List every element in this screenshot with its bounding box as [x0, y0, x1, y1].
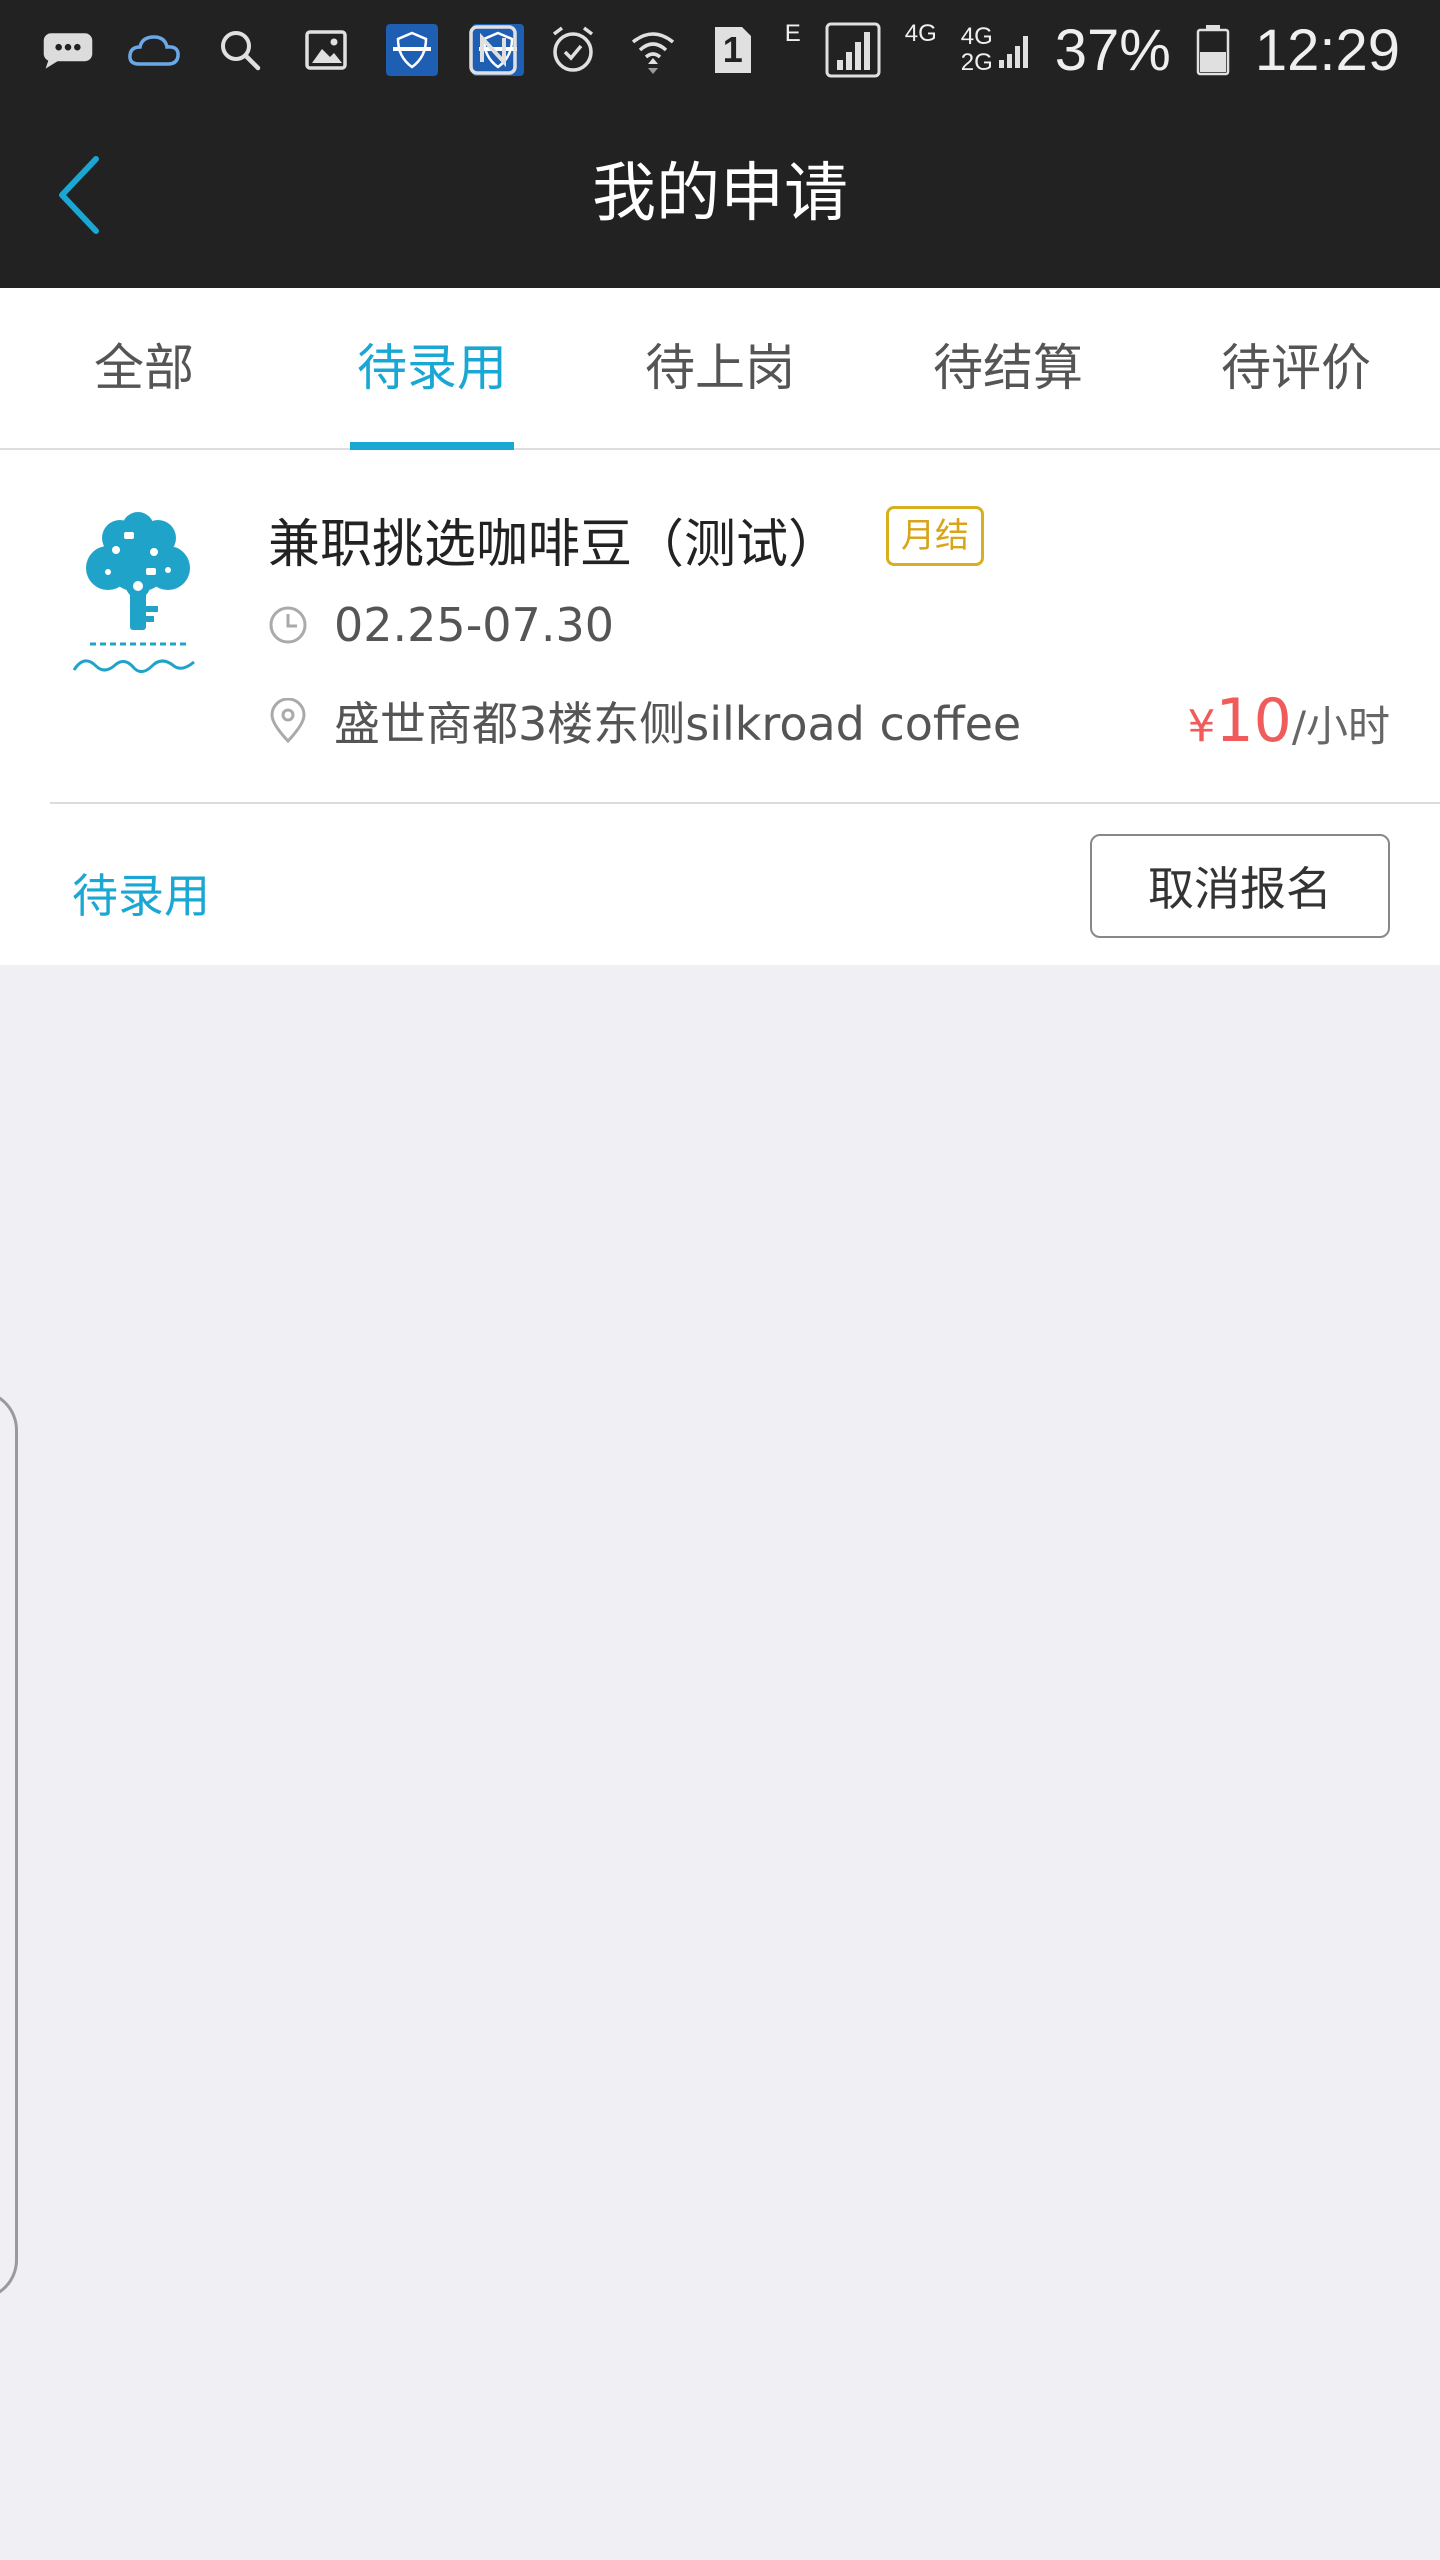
tab-pending-review[interactable]: 待评价 [1152, 288, 1440, 448]
job-title: 兼职挑选咖啡豆（测试） [268, 515, 841, 575]
tab-label: 待结算 [933, 339, 1083, 397]
battery-percent: 37% [1054, 17, 1171, 83]
price-value: 10 [1215, 686, 1292, 756]
tab-bar: 全部 待录用 待上岗 待结算 待评价 [0, 288, 1440, 450]
tab-label: 待录用 [357, 339, 507, 397]
app-badge-icon [384, 22, 440, 78]
header: 我的申请 [0, 100, 1440, 288]
sim-number: 1 [722, 29, 743, 70]
divider [50, 802, 1440, 804]
job-card[interactable]: 兼职挑选咖啡豆（测试） 月结 02.25-07.30 盛世商都3楼东侧silkr… [0, 450, 1440, 965]
signal-icon [998, 36, 1028, 68]
search-icon [212, 22, 268, 78]
tab-pending-hire[interactable]: 待录用 [288, 288, 576, 450]
tab-label: 待上岗 [645, 339, 795, 397]
location-pin-icon [270, 698, 306, 744]
date-range: 02.25-07.30 [334, 598, 614, 652]
active-tab-indicator [350, 442, 514, 450]
tab-pending-start[interactable]: 待上岗 [576, 288, 864, 448]
sim-icon: 1 [705, 22, 761, 78]
date-row: 02.25-07.30 [268, 598, 614, 652]
network-4g2g-top: 4G [960, 23, 993, 50]
clock: 12:29 [1254, 17, 1400, 83]
page-title: 我的申请 [592, 157, 848, 231]
tab-all[interactable]: 全部 [0, 288, 288, 448]
gallery-icon [298, 22, 354, 78]
application-status: 待录用 [72, 869, 210, 923]
message-icon [40, 22, 96, 78]
edge-panel-handle[interactable] [0, 1390, 18, 2300]
cancel-registration-button[interactable]: 取消报名 [1090, 834, 1390, 938]
address-row: 盛世商都3楼东侧silkroad coffee [268, 688, 1021, 754]
signal-icon [825, 22, 881, 78]
alarm-icon [545, 22, 601, 78]
settlement-badge: 月结 [886, 506, 984, 566]
clock-icon [269, 606, 307, 644]
wifi-icon [625, 22, 681, 78]
price-symbol: ¥ [1187, 701, 1216, 752]
nfc-icon [465, 22, 521, 78]
tab-pending-settlement[interactable]: 待结算 [864, 288, 1152, 448]
company-logo [60, 510, 216, 690]
network-4g2g-bottom: 2G [960, 49, 993, 76]
network-4g-label: 4G [904, 20, 937, 47]
hourly-price: ¥ 10 /小时 [1187, 686, 1390, 756]
battery-icon [1195, 22, 1231, 78]
cloud-icon [126, 22, 182, 78]
address: 盛世商都3楼东侧silkroad coffee [334, 697, 1022, 751]
price-unit: /小时 [1291, 702, 1390, 751]
tab-label: 全部 [94, 339, 194, 397]
network-e-label: E [784, 20, 801, 47]
network-4g2g: 4G 2G [961, 25, 1031, 75]
status-bar: 1 E 4G 4G 2G 37% 12:29 [0, 0, 1440, 100]
tab-label: 待评价 [1221, 339, 1371, 397]
